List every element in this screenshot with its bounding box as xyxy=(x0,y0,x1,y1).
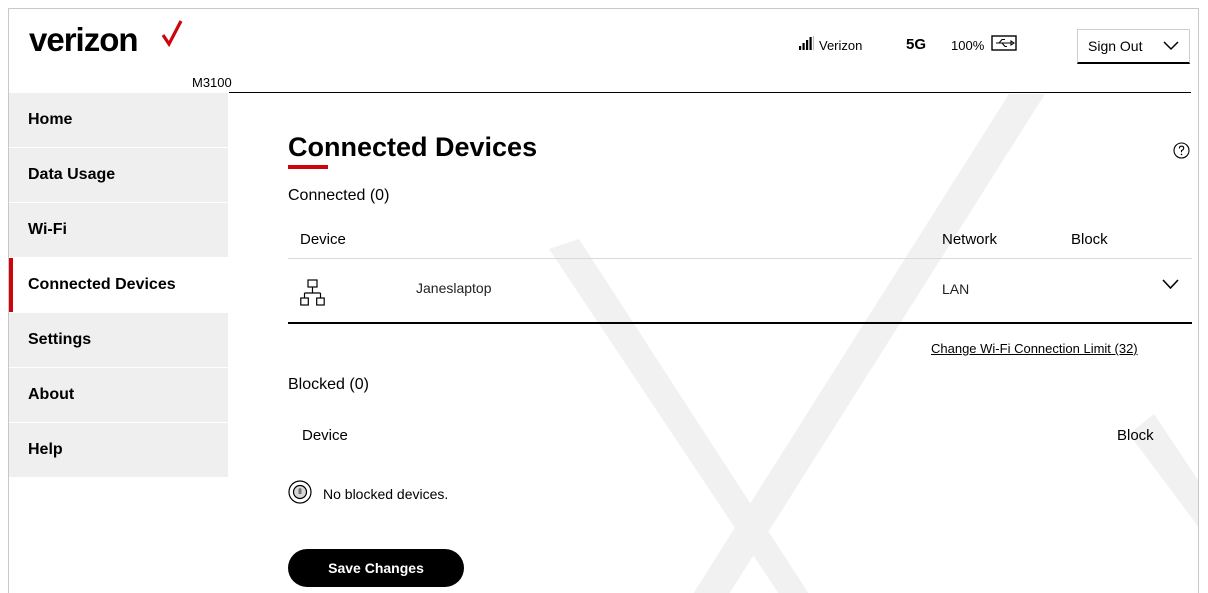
page-title: Connected Devices xyxy=(288,132,538,162)
device-name: Janeslaptop xyxy=(416,280,492,296)
battery-percent: 100% xyxy=(951,38,985,53)
carrier-name: Verizon xyxy=(819,38,863,53)
no-blocked-devices-text: No blocked devices. xyxy=(323,486,449,502)
network-icon xyxy=(300,279,325,306)
sidebar-item-label: Data Usage xyxy=(28,166,116,183)
signal-bars-icon xyxy=(799,36,814,50)
sidebar-item-label: Home xyxy=(28,111,73,128)
blocked-column-header-block: Block xyxy=(1117,427,1154,444)
blocked-section-title: Blocked (0) xyxy=(288,376,369,393)
app-frame: verizon M3100 Verizon 5G 100% Sign Out H… xyxy=(8,8,1199,593)
sidebar-item-data-usage[interactable]: Data Usage xyxy=(9,148,228,203)
sidebar-item-wifi[interactable]: Wi-Fi xyxy=(9,203,228,258)
verizon-check-icon xyxy=(161,20,183,47)
verizon-logo[interactable]: verizon xyxy=(29,21,139,59)
device-model: M3100 xyxy=(192,75,232,90)
sidebar-item-label: Settings xyxy=(28,331,92,348)
sidebar-item-label: Wi-Fi xyxy=(28,221,67,238)
help-icon[interactable] xyxy=(1173,142,1190,159)
sign-out-button[interactable]: Sign Out xyxy=(1077,29,1190,64)
blocked-info-icon xyxy=(288,480,312,504)
chevron-down-icon xyxy=(1163,41,1179,51)
sidebar-item-label: Connected Devices xyxy=(28,276,176,293)
blocked-column-header-device: Device xyxy=(302,427,348,444)
sidebar-item-connected-devices[interactable]: Connected Devices xyxy=(9,258,228,313)
save-changes-button[interactable]: Save Changes xyxy=(288,549,464,587)
sidebar-item-label: Help xyxy=(28,441,63,458)
table-header-divider xyxy=(288,258,1192,259)
column-header-block: Block xyxy=(1071,231,1108,248)
table-bottom-divider xyxy=(288,322,1192,324)
sidebar-item-about[interactable]: About xyxy=(9,368,228,423)
column-header-network: Network xyxy=(942,231,998,248)
sidebar-item-settings[interactable]: Settings xyxy=(9,313,228,368)
top-header: verizon M3100 Verizon 5G 100% Sign Out xyxy=(9,9,1198,93)
network-type: 5G xyxy=(906,36,927,53)
sidebar-item-home[interactable]: Home xyxy=(9,93,228,148)
usb-icon xyxy=(991,35,1017,51)
header-divider xyxy=(229,92,1191,93)
title-underline xyxy=(288,165,328,169)
sidebar-item-help[interactable]: Help xyxy=(9,423,228,478)
sidebar: Home Data Usage Wi-Fi Connected Devices … xyxy=(9,93,228,478)
change-wifi-limit-link[interactable]: Change Wi-Fi Connection Limit (32) xyxy=(931,341,1138,356)
sign-out-label: Sign Out xyxy=(1088,38,1143,54)
connected-section-title: Connected (0) xyxy=(288,187,390,204)
chevron-down-icon[interactable] xyxy=(1162,279,1179,290)
column-header-device: Device xyxy=(300,231,346,248)
device-network: LAN xyxy=(942,281,970,297)
sidebar-item-label: About xyxy=(28,386,75,403)
